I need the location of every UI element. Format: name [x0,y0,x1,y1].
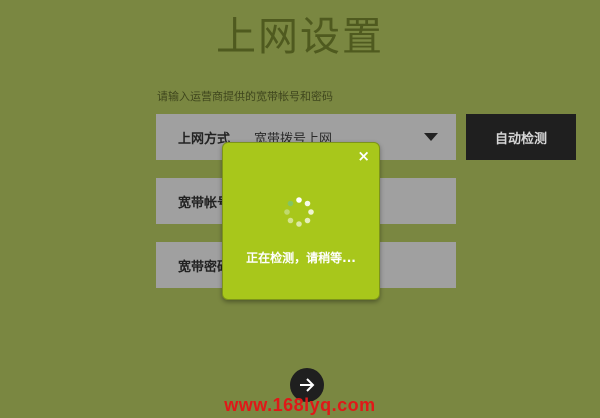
watermark: www.168lyq.com [224,395,376,415]
detecting-message: 正在检测，请稍等... [246,251,356,265]
page-title: 上网设置 [216,14,384,60]
loading-spinner-icon [284,197,314,227]
auto-detect-button[interactable]: 自动检测 [466,114,576,160]
close-icon[interactable]: × [357,147,370,165]
arrow-right-icon [300,378,315,392]
detecting-dialog: × 正在检测，请稍等... [222,142,380,300]
instruction-text: 请输入运营商提供的宽带帐号和密码 [157,90,333,103]
dropdown-arrow-icon[interactable] [424,133,438,141]
